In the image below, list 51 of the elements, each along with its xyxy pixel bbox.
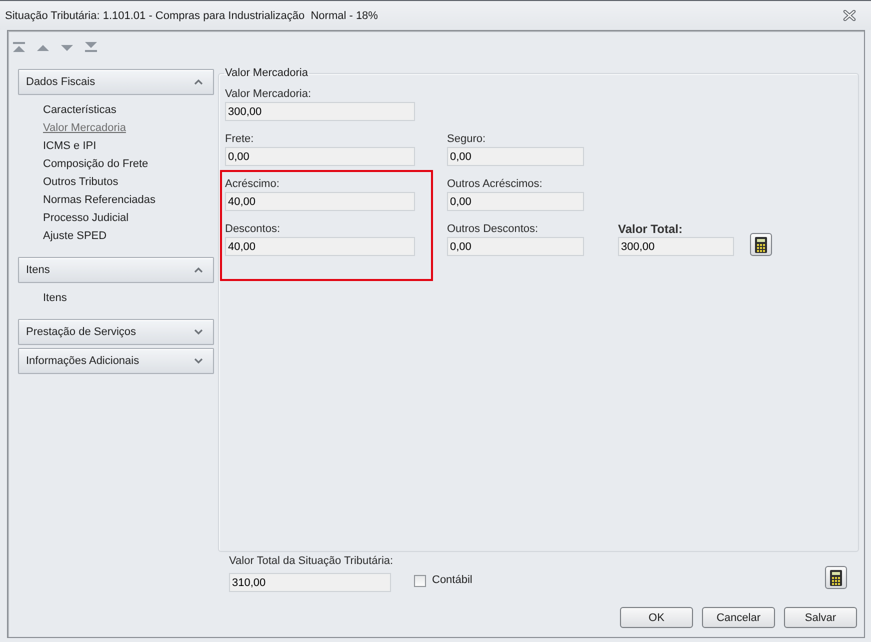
calculator-button[interactable] [825,566,847,589]
checkbox-label: Contábil [432,574,472,587]
field-label: Outros Descontos: [447,223,538,236]
move-to-top-icon[interactable] [13,42,25,52]
text-field[interactable]: 40,00 [225,192,415,211]
field-label: Valor Total da Situação Tributária: [229,555,394,568]
nav-link[interactable]: Valor Mercadoria [43,119,126,137]
chevron-down-icon [194,329,203,335]
text-field[interactable]: 0,00 [447,147,584,166]
checkbox[interactable] [414,575,426,587]
section-header[interactable]: Informações Adicionais [18,348,214,374]
chevron-up-icon [194,267,203,273]
group-title: Valor Mercadoria [224,67,309,80]
field-label: Seguro: [447,133,486,146]
field-label: Valor Mercadoria: [225,88,311,101]
nav-link[interactable]: Ajuste SPED [43,227,107,245]
field-label: Descontos: [225,223,280,236]
text-field[interactable]: 300,00 [618,237,734,256]
dialog-button[interactable]: OK [620,607,693,628]
field-label: Valor Total: [618,223,682,236]
dialog-button[interactable]: Salvar [784,607,857,628]
calculator-icon [755,236,767,252]
nav-link[interactable]: Normas Referenciadas [43,191,156,209]
move-to-bottom-icon[interactable] [85,42,97,52]
text-field[interactable]: 0,00 [447,192,584,211]
nav-link[interactable]: Outros Tributos [43,173,118,191]
field-label: Acréscimo: [225,178,280,191]
dialog-button[interactable]: Cancelar [702,607,775,628]
field-label: Outros Acréscimos: [447,178,542,191]
section-header[interactable]: Prestação de Serviços [18,319,214,345]
section-header[interactable]: Dados Fiscais [18,69,214,95]
field-label: Frete: [225,133,254,146]
move-up-icon[interactable] [37,42,49,52]
nav-link[interactable]: Composição do Frete [43,155,148,173]
move-down-icon[interactable] [61,42,73,52]
chevron-down-icon [194,358,203,364]
nav-link[interactable]: Itens [43,289,67,307]
calculator-icon [830,570,842,586]
text-field[interactable]: 0,00 [225,147,415,166]
nav-link[interactable]: Características [43,101,116,119]
section-header[interactable]: Itens [18,257,214,283]
text-field[interactable]: 40,00 [225,237,415,256]
calculator-button[interactable] [750,233,772,256]
nav-link[interactable]: ICMS e IPI [43,137,96,155]
close-icon[interactable] [843,10,856,21]
text-field[interactable]: 310,00 [229,573,391,592]
chevron-up-icon [194,79,203,85]
window-title: Situação Tributária: 1.101.01 - Compras para Industrialização Normal - 18% [5,10,379,22]
text-field[interactable]: 300,00 [225,102,415,121]
text-field[interactable]: 0,00 [447,237,584,256]
nav-link[interactable]: Processo Judicial [43,209,129,227]
